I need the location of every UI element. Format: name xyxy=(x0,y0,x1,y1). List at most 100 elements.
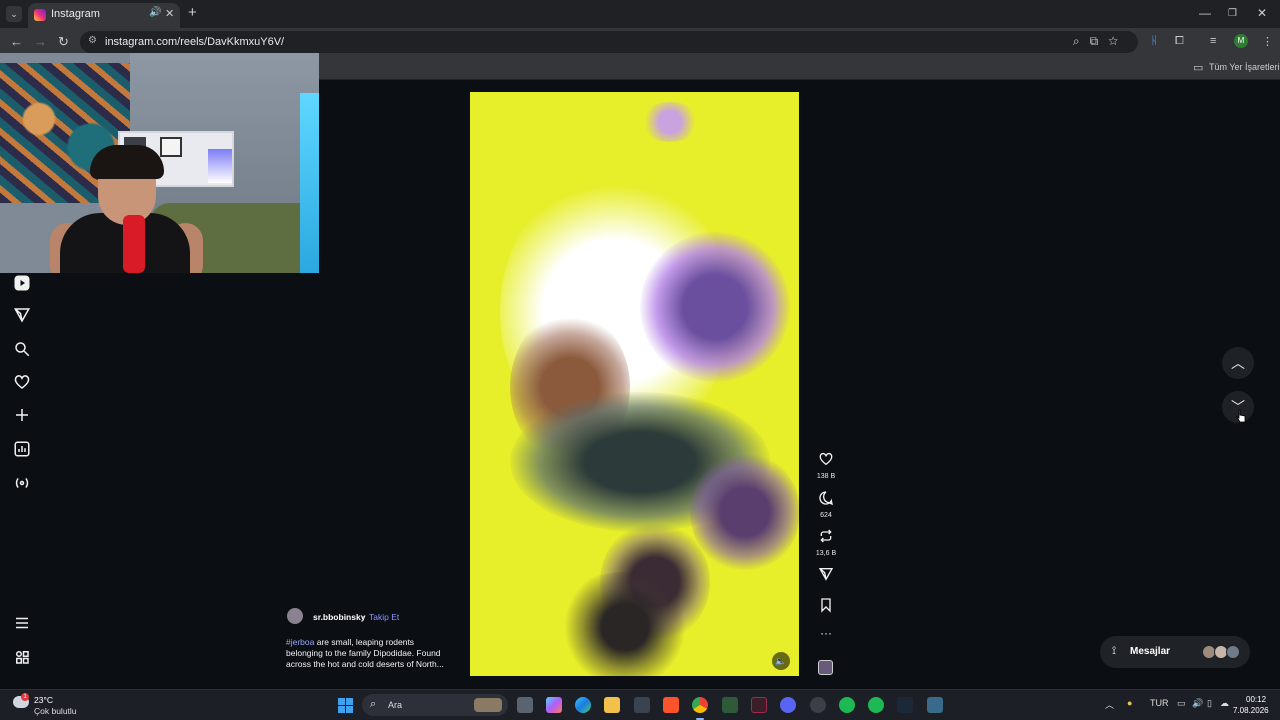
profile-avatar[interactable]: M xyxy=(1234,34,1248,48)
volume-icon[interactable]: 🔊 xyxy=(1192,698,1203,709)
tab-search-button[interactable]: ⌄ xyxy=(6,6,22,22)
address-bar-tools: ⌕⧉☆ xyxy=(1073,34,1128,49)
screen: ⌄ Instagram 🔊 ✕ + — ❐ ✕ ← → ↻ ⚙ instagra… xyxy=(0,0,1280,720)
site-info-icon[interactable]: ⚙ xyxy=(88,35,97,46)
previous-reel-chevron-up-icon[interactable]: ︿ xyxy=(1222,347,1254,379)
threads-icon[interactable] xyxy=(13,474,31,492)
also-from-meta-icon[interactable] xyxy=(13,648,31,666)
video-frame-region xyxy=(640,232,790,382)
webcam-person xyxy=(50,145,203,273)
search-highlight-image xyxy=(474,698,502,712)
network-icon[interactable]: ▭ xyxy=(1177,698,1186,709)
bookmark-star-icon[interactable]: ☆ xyxy=(1108,34,1128,48)
notifications-heart-icon[interactable] xyxy=(13,373,31,391)
windows-taskbar: 1 23°C Çok bulutlu ⌕ Ara ︿ ● TUR ▭ 🔊 ▯ ☁… xyxy=(0,689,1280,720)
save-action[interactable] xyxy=(811,597,841,618)
window-minimize-icon[interactable]: — xyxy=(1199,6,1211,20)
instagram-favicon-icon xyxy=(34,9,46,21)
messages-label: Mesajlar xyxy=(1130,646,1171,657)
extra-tray-icon[interactable]: ☁ xyxy=(1220,698,1229,709)
reel-caption[interactable]: #jerboa are small, leaping rodents belon… xyxy=(286,637,451,670)
folder-icon: ▭ xyxy=(1193,62,1204,74)
clock-time[interactable]: 00:12 xyxy=(1246,695,1266,704)
battery-icon[interactable]: ▯ xyxy=(1207,698,1212,709)
new-tab-icon[interactable]: + xyxy=(188,4,197,21)
spotify-icon[interactable] xyxy=(839,697,855,713)
repost-action[interactable]: 13,6 B xyxy=(811,528,841,557)
author-username[interactable]: sr.bbobinsky xyxy=(313,612,365,622)
app-icon[interactable] xyxy=(722,697,738,713)
reel-video[interactable] xyxy=(470,92,799,676)
tray-overflow-chevron-up-icon[interactable]: ︿ xyxy=(1105,698,1114,711)
like-action[interactable]: 138 B xyxy=(811,451,841,480)
windows-start-icon[interactable] xyxy=(338,698,353,713)
back-icon[interactable]: ← xyxy=(10,34,23,49)
edge-browser-icon[interactable] xyxy=(575,697,591,713)
webcam-lamp xyxy=(208,149,232,183)
window-restore-icon[interactable]: ❐ xyxy=(1228,8,1237,19)
extensions-puzzle-icon[interactable]: ⧠ xyxy=(1175,35,1184,48)
browser-tab-instagram[interactable]: Instagram 🔊 ✕ xyxy=(28,3,180,28)
messages-button[interactable]: ⟟ Mesajlar xyxy=(1100,636,1250,668)
app-icon[interactable] xyxy=(751,697,767,713)
window-close-icon[interactable]: ✕ xyxy=(1257,6,1267,20)
forward-icon[interactable]: → xyxy=(34,34,47,49)
caption-hashtag[interactable]: #jerboa xyxy=(286,637,314,647)
weather-condition[interactable]: Çok bulutlu xyxy=(34,706,77,716)
taskbar-search[interactable]: ⌕ Ara xyxy=(362,694,508,716)
file-explorer-icon[interactable] xyxy=(604,697,620,713)
reload-icon[interactable]: ↻ xyxy=(58,34,69,50)
spotify-icon[interactable] xyxy=(868,697,884,713)
microphone-icon[interactable]: ● xyxy=(1127,698,1132,708)
microsoft-store-icon[interactable] xyxy=(634,697,650,713)
extension-icon[interactable]: ᚺ xyxy=(1151,35,1158,47)
tab-audio-icon[interactable]: 🔊 xyxy=(149,7,161,18)
clock-date[interactable]: 7.08.2026 xyxy=(1233,706,1269,715)
task-view-icon[interactable] xyxy=(517,697,533,713)
create-plus-icon[interactable] xyxy=(13,406,31,424)
steam-icon[interactable] xyxy=(897,697,913,713)
comment-action[interactable]: 624 xyxy=(811,490,841,519)
app-icon[interactable] xyxy=(927,697,943,713)
browser-menu-icon[interactable]: ⋮ xyxy=(1262,35,1273,48)
address-bar-url: instagram.com/reels/DavKkmxuY6V/ xyxy=(105,36,285,48)
app-icon[interactable] xyxy=(810,697,826,713)
brave-browser-icon[interactable] xyxy=(663,697,679,713)
repost-icon xyxy=(820,529,832,543)
discord-icon[interactable] xyxy=(780,697,796,713)
install-icon[interactable]: ⧉ xyxy=(1090,34,1109,48)
dashboard-icon[interactable] xyxy=(13,440,31,458)
mute-toggle-icon[interactable]: 🔈 xyxy=(772,652,790,670)
copilot-icon[interactable] xyxy=(546,697,562,713)
repost-count: 13,6 B xyxy=(815,550,837,557)
follow-button[interactable]: Takip Et xyxy=(369,612,399,622)
video-frame-region xyxy=(690,452,799,572)
share-action[interactable] xyxy=(811,566,841,587)
webcam-hair xyxy=(90,145,164,179)
messages-icon[interactable] xyxy=(13,306,31,324)
media-control-icon[interactable]: ≡ xyxy=(1210,35,1216,47)
webcam-microphone xyxy=(123,215,145,273)
more-menu-icon[interactable] xyxy=(13,614,31,632)
video-frame-region xyxy=(550,572,700,676)
tab-title: Instagram xyxy=(51,8,100,20)
like-count: 138 B xyxy=(816,473,836,480)
heart-icon xyxy=(819,452,833,466)
search-icon[interactable] xyxy=(13,340,31,358)
direct-message-icon: ⟟ xyxy=(1112,645,1117,657)
webcam-led-light xyxy=(300,93,319,273)
address-bar[interactable]: ⚙ instagram.com/reels/DavKkmxuY6V/ ⌕⧉☆ xyxy=(80,31,1138,53)
input-language[interactable]: TUR xyxy=(1150,698,1169,708)
more-options-icon[interactable]: ··· xyxy=(811,626,841,640)
bookmark-icon xyxy=(821,598,831,613)
webcam-overlay xyxy=(0,53,319,273)
audio-thumbnail[interactable] xyxy=(818,660,833,675)
weather-temperature[interactable]: 23°C xyxy=(34,695,53,705)
tab-close-icon[interactable]: ✕ xyxy=(165,7,174,20)
chrome-browser-icon[interactable] xyxy=(692,697,708,713)
zoom-icon[interactable]: ⌕ xyxy=(1073,34,1090,48)
author-avatar[interactable] xyxy=(287,608,303,624)
weather-badge: 1 xyxy=(21,693,29,701)
all-bookmarks-link[interactable]: Tüm Yer İşaretleri xyxy=(1209,62,1280,72)
reels-icon[interactable] xyxy=(13,274,31,292)
